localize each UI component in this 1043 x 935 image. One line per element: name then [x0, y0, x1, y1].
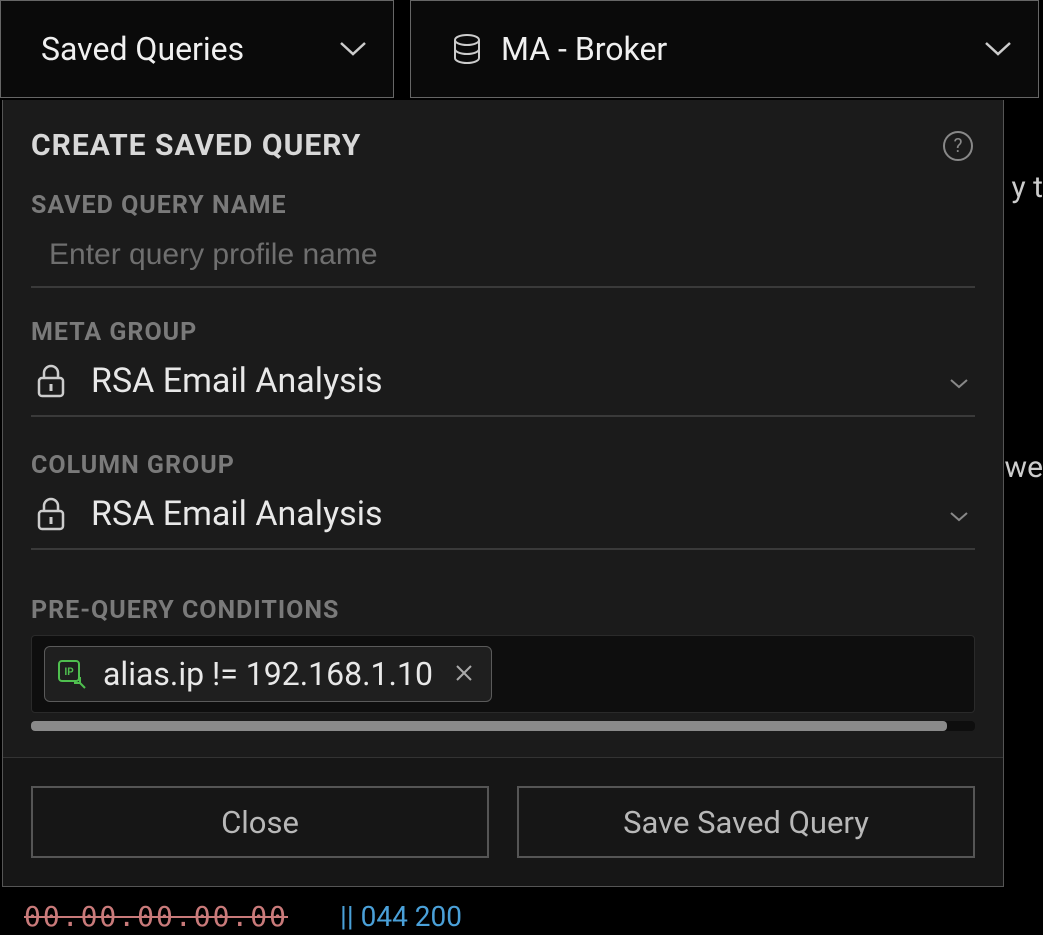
help-icon[interactable]: ?	[943, 131, 973, 161]
ip-icon: IP	[57, 659, 87, 689]
database-icon	[451, 33, 483, 65]
condition-chip[interactable]: IP alias.ip != 192.168.1.10	[44, 646, 492, 702]
svg-text:IP: IP	[64, 667, 74, 678]
create-saved-query-panel: CREATE SAVED QUERY ? SAVED QUERY NAME ME…	[2, 100, 1004, 887]
query-name-input[interactable]	[31, 228, 975, 288]
meta-group-select[interactable]: RSA Email Analysis	[31, 355, 975, 417]
service-dropdown[interactable]: MA - Broker	[410, 0, 1039, 98]
column-group-value: RSA Email Analysis	[91, 494, 383, 534]
meta-group-label: META GROUP	[31, 318, 975, 347]
background-mac: 00.00.00.00.00	[24, 900, 288, 933]
close-icon[interactable]	[449, 659, 473, 689]
conditions-label: PRE-QUERY CONDITIONS	[31, 596, 975, 625]
column-group-label: COLUMN GROUP	[31, 451, 975, 480]
saved-queries-dropdown[interactable]: Saved Queries	[0, 0, 394, 98]
chevron-down-icon	[984, 41, 1012, 57]
background-text: y t	[1012, 170, 1043, 205]
column-group-select[interactable]: RSA Email Analysis	[31, 488, 975, 550]
scrollbar[interactable]	[31, 721, 975, 731]
background-link[interactable]: || 044 200	[340, 900, 462, 933]
scrollbar-thumb[interactable]	[31, 721, 947, 731]
save-button[interactable]: Save Saved Query	[517, 786, 975, 858]
chevron-down-icon	[949, 508, 969, 520]
saved-queries-label: Saved Queries	[41, 30, 244, 68]
panel-title: CREATE SAVED QUERY	[31, 128, 361, 163]
background-text: we	[1005, 450, 1043, 485]
condition-text: alias.ip != 192.168.1.10	[103, 655, 433, 693]
close-button[interactable]: Close	[31, 786, 489, 858]
meta-group-value: RSA Email Analysis	[91, 361, 383, 401]
chevron-down-icon	[339, 41, 367, 57]
chevron-down-icon	[949, 375, 969, 387]
lock-icon	[35, 496, 67, 532]
service-label: MA - Broker	[501, 30, 667, 68]
lock-icon	[35, 363, 67, 399]
query-name-label: SAVED QUERY NAME	[31, 191, 975, 220]
conditions-input[interactable]: IP alias.ip != 192.168.1.10	[31, 635, 975, 713]
top-bar: Saved Queries MA - Broker	[0, 0, 1043, 98]
